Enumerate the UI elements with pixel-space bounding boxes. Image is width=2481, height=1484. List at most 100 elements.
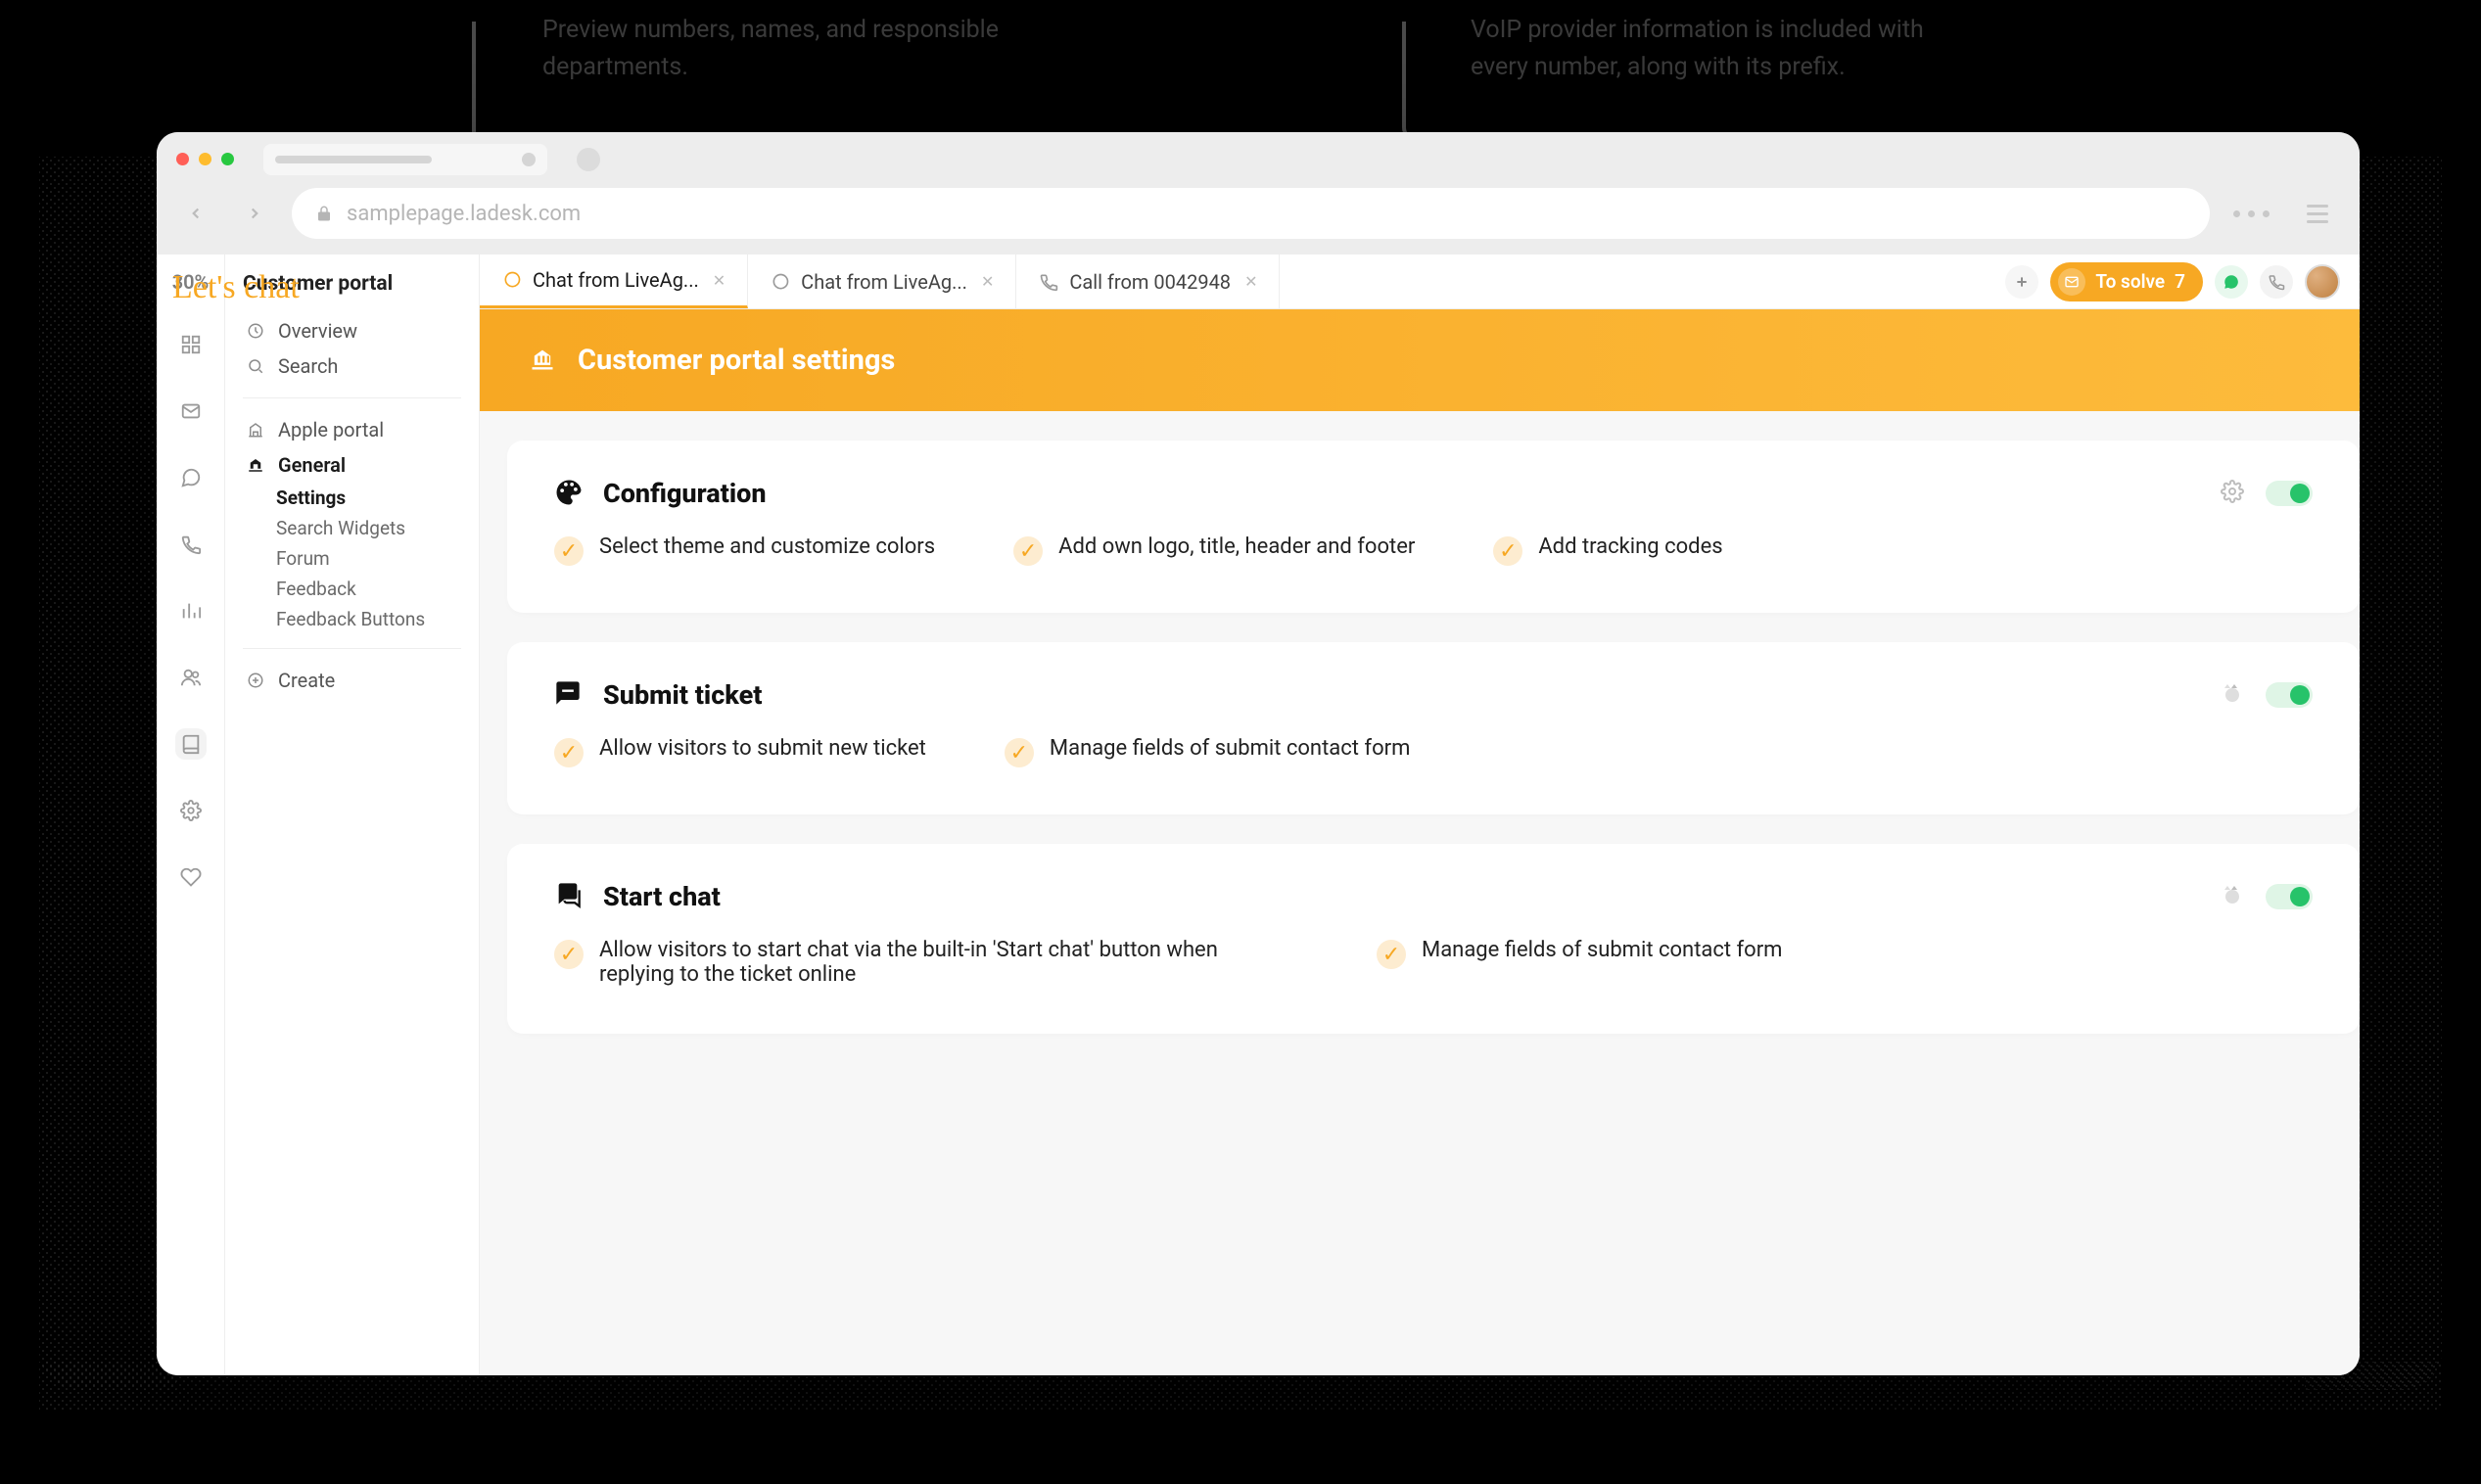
url-text: samplepage.ladesk.com [347, 202, 581, 226]
card-configuration: Configuration ✓ Select theme and customi… [507, 441, 2360, 613]
forward-button[interactable] [233, 192, 276, 235]
phone-icon [1038, 271, 1059, 293]
gear-icon[interactable] [2221, 480, 2248, 507]
tab-call[interactable]: Call from 0042948 ✕ [1016, 255, 1280, 308]
window-controls [176, 153, 234, 165]
heart-icon[interactable] [175, 861, 207, 893]
list-item: ✓ Select theme and customize colors [554, 534, 935, 566]
minimize-window-button[interactable] [199, 153, 211, 165]
card-title: Start chat [603, 881, 721, 912]
dashboard-icon[interactable] [175, 329, 207, 360]
sidebar-item-label: Create [278, 669, 335, 692]
address-bar[interactable]: samplepage.ladesk.com [292, 188, 2210, 239]
bullet-text: Add own logo, title, header and footer [1058, 534, 1415, 559]
overview-icon [245, 320, 266, 342]
sidebar-sub-feedback[interactable]: Feedback [243, 574, 461, 604]
sidebar-item-search[interactable]: Search [243, 348, 461, 384]
sidebar-item-label: Search [278, 354, 338, 378]
settings-icon[interactable] [175, 795, 207, 826]
list-item: ✓ Allow visitors to submit new ticket [554, 736, 926, 767]
sidebar-sub-settings[interactable]: Settings [243, 483, 461, 513]
close-icon[interactable]: ✕ [1244, 272, 1257, 291]
new-ticket-button[interactable] [2005, 265, 2038, 299]
check-icon: ✓ [1493, 536, 1522, 566]
portal-icon [245, 419, 266, 441]
check-icon: ✓ [554, 940, 584, 969]
page-banner: Customer portal settings [480, 309, 2360, 411]
style-icon[interactable] [2221, 681, 2248, 709]
list-item: ✓ Allow visitors to start chat via the b… [554, 938, 1298, 987]
sidebar-sub-feedback-buttons[interactable]: Feedback Buttons [243, 604, 461, 634]
list-item: ✓ Manage fields of submit contact form [1005, 736, 1410, 767]
divider [243, 397, 461, 398]
style-icon[interactable] [2221, 883, 2248, 910]
close-window-button[interactable] [176, 153, 189, 165]
sidebar-item-general[interactable]: General [243, 447, 461, 483]
check-icon: ✓ [554, 536, 584, 566]
plus-circle-icon [245, 670, 266, 691]
browser-toolbar: samplepage.ladesk.com [157, 186, 2360, 255]
back-button[interactable] [174, 192, 217, 235]
chat-bubble-icon [554, 881, 585, 912]
list-item: ✓ Add own logo, title, header and footer [1013, 534, 1415, 566]
close-icon[interactable]: ✕ [981, 272, 994, 291]
browser-menu-button[interactable] [2293, 205, 2342, 223]
sidebar-item-label: General [278, 453, 346, 477]
tab-label: Chat from LiveAg... [533, 268, 699, 292]
chat-icon [501, 269, 523, 291]
new-tab-button[interactable] [577, 148, 600, 171]
tab-chat-2[interactable]: Chat from LiveAg... ✕ [748, 255, 1016, 308]
knowledge-icon[interactable] [175, 728, 207, 760]
sidebar-sub-search-widgets[interactable]: Search Widgets [243, 513, 461, 543]
maximize-window-button[interactable] [221, 153, 234, 165]
tab-label: Chat from LiveAg... [801, 270, 967, 294]
card-title: Configuration [603, 478, 767, 509]
toggle-start-chat[interactable] [2266, 884, 2313, 909]
sidebar-item-overview[interactable]: Overview [243, 313, 461, 348]
portal-icon [529, 346, 558, 375]
browser-menu-dots[interactable] [2225, 210, 2277, 217]
users-icon[interactable] [175, 662, 207, 693]
ticket-tabs: Chat from LiveAg... ✕ Chat from LiveAg..… [480, 255, 2360, 309]
sidebar-sub-forum[interactable]: Forum [243, 543, 461, 574]
analytics-icon[interactable] [175, 595, 207, 626]
to-solve-button[interactable]: To solve 7 [2050, 262, 2203, 301]
card-submit-ticket: Submit ticket ✓ Allow visitors to submit… [507, 642, 2360, 814]
mail-icon[interactable] [175, 395, 207, 427]
tab-chat-1[interactable]: Chat from LiveAg... ✕ [480, 255, 748, 308]
check-icon: ✓ [1005, 738, 1034, 767]
browser-window: samplepage.ladesk.com Let's chat 30% [157, 132, 2360, 1375]
chat-status-button[interactable] [2215, 265, 2248, 299]
toggle-submit-ticket[interactable] [2266, 682, 2313, 708]
card-start-chat: Start chat ✓ Allow visitors to start cha… [507, 844, 2360, 1034]
bullet-text: Allow visitors to submit new ticket [599, 736, 926, 761]
bullet-text: Select theme and customize colors [599, 534, 935, 559]
chat-icon[interactable] [175, 462, 207, 493]
browser-tab[interactable] [263, 144, 547, 175]
check-icon: ✓ [1377, 940, 1406, 969]
close-icon[interactable]: ✕ [713, 271, 726, 290]
list-item: ✓ Add tracking codes [1493, 534, 1722, 566]
check-icon: ✓ [554, 738, 584, 767]
lock-icon [315, 205, 333, 222]
call-status-button[interactable] [2260, 265, 2293, 299]
palette-icon [554, 478, 585, 509]
card-title: Submit ticket [603, 679, 762, 711]
search-icon [245, 355, 266, 377]
bullet-text: Manage fields of submit contact form [1050, 736, 1410, 761]
toggle-configuration[interactable] [2266, 481, 2313, 506]
list-item: ✓ Manage fields of submit contact form [1377, 938, 1782, 987]
tab-close-icon[interactable] [522, 153, 536, 166]
browser-titlebar [157, 132, 2360, 186]
page-title: Customer portal settings [578, 344, 895, 377]
avatar[interactable] [2305, 264, 2340, 300]
sidebar-item-create[interactable]: Create [243, 663, 461, 698]
check-icon: ✓ [1013, 536, 1043, 566]
mail-icon [2058, 268, 2085, 296]
bullet-text: Add tracking codes [1538, 534, 1722, 559]
sidebar-item-label: Apple portal [278, 418, 384, 441]
sidebar-item-apple-portal[interactable]: Apple portal [243, 412, 461, 447]
chat-icon [770, 271, 791, 293]
main-area: Chat from LiveAg... ✕ Chat from LiveAg..… [480, 255, 2360, 1375]
phone-icon[interactable] [175, 529, 207, 560]
